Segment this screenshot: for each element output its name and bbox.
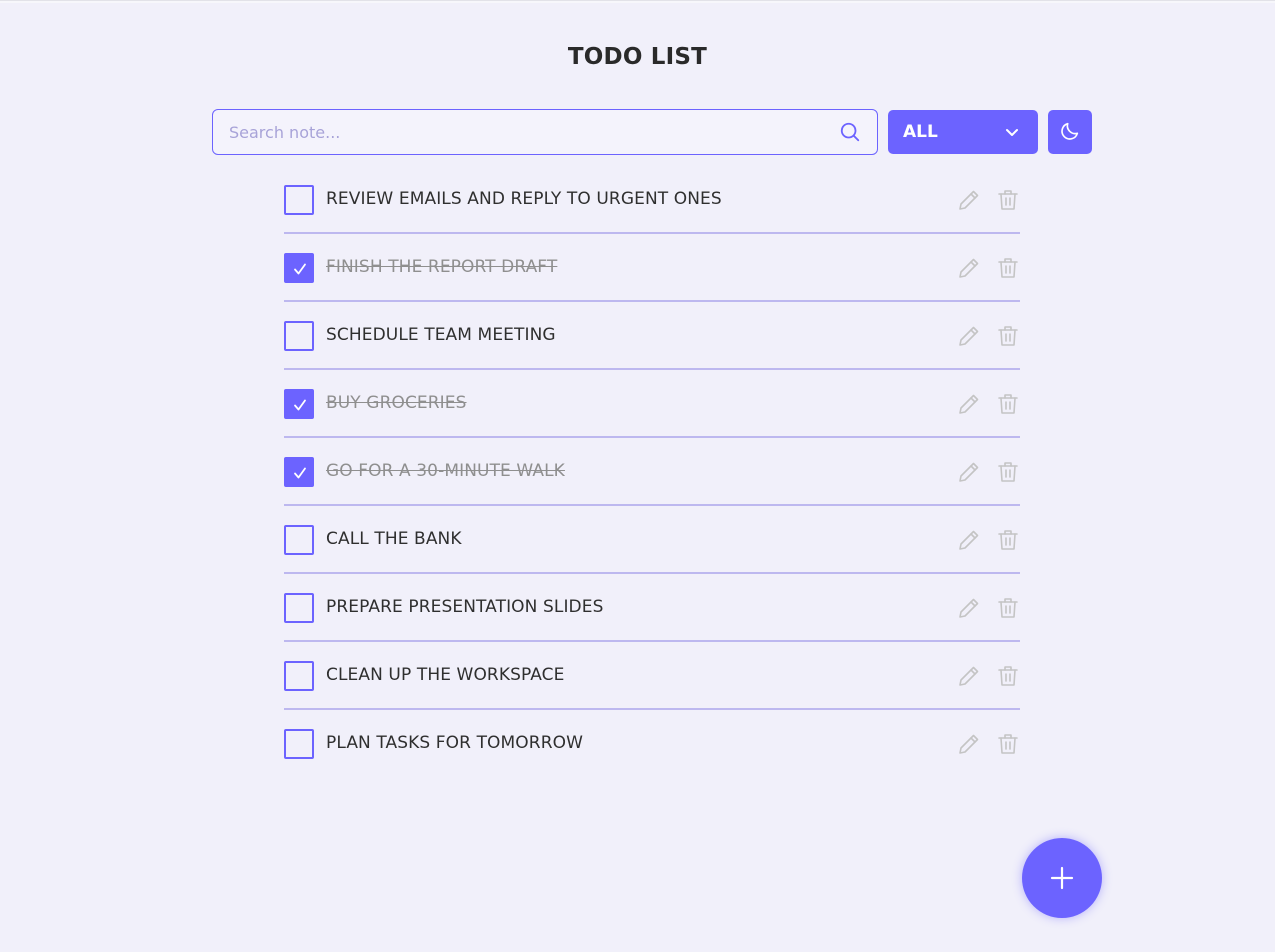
- todo-text: PREPARE PRESENTATION SLIDES: [326, 597, 604, 617]
- pencil-icon[interactable]: [957, 664, 981, 688]
- todo-item: PLAN TASKS FOR TOMORROW: [284, 710, 1020, 778]
- todo-checkbox[interactable]: [284, 729, 314, 759]
- todo-item: FINISH THE REPORT DRAFT: [284, 234, 1020, 302]
- todo-checkbox[interactable]: [284, 593, 314, 623]
- chevron-down-icon: [1004, 124, 1020, 140]
- search-icon[interactable]: [839, 121, 861, 143]
- search-bar: [212, 109, 878, 155]
- pencil-icon[interactable]: [957, 256, 981, 280]
- todo-item: CLEAN UP THE WORKSPACE: [284, 642, 1020, 710]
- top-border: [0, 0, 1275, 3]
- pencil-icon[interactable]: [957, 732, 981, 756]
- todo-text: REVIEW EMAILS AND REPLY TO URGENT ONES: [326, 189, 722, 209]
- trash-icon[interactable]: [996, 460, 1020, 484]
- todo-text: GO FOR A 30-MINUTE WALK: [326, 461, 565, 481]
- trash-icon[interactable]: [996, 392, 1020, 416]
- pencil-icon[interactable]: [957, 528, 981, 552]
- todo-item: PREPARE PRESENTATION SLIDES: [284, 574, 1020, 642]
- todo-text: SCHEDULE TEAM MEETING: [326, 325, 556, 345]
- todo-checkbox[interactable]: [284, 661, 314, 691]
- todo-checkbox[interactable]: [284, 389, 314, 419]
- trash-icon[interactable]: [996, 528, 1020, 552]
- todo-text: PLAN TASKS FOR TOMORROW: [326, 733, 583, 753]
- trash-icon[interactable]: [996, 596, 1020, 620]
- trash-icon[interactable]: [996, 324, 1020, 348]
- theme-toggle-button[interactable]: [1048, 110, 1092, 154]
- pencil-icon[interactable]: [957, 188, 981, 212]
- trash-icon[interactable]: [996, 188, 1020, 212]
- todo-checkbox[interactable]: [284, 457, 314, 487]
- todo-item: GO FOR A 30-MINUTE WALK: [284, 438, 1020, 506]
- todo-checkbox[interactable]: [284, 321, 314, 351]
- todo-list: REVIEW EMAILS AND REPLY TO URGENT ONES FI…: [284, 166, 1020, 778]
- add-note-button[interactable]: [1022, 838, 1102, 918]
- todo-text: CLEAN UP THE WORKSPACE: [326, 665, 565, 685]
- pencil-icon[interactable]: [957, 392, 981, 416]
- pencil-icon[interactable]: [957, 324, 981, 348]
- todo-text: FINISH THE REPORT DRAFT: [326, 257, 558, 277]
- trash-icon[interactable]: [996, 664, 1020, 688]
- todo-checkbox[interactable]: [284, 525, 314, 555]
- todo-item: SCHEDULE TEAM MEETING: [284, 302, 1020, 370]
- check-icon: [293, 465, 307, 479]
- todo-text: CALL THE BANK: [326, 529, 462, 549]
- todo-item: BUY GROCERIES: [284, 370, 1020, 438]
- todo-checkbox[interactable]: [284, 185, 314, 215]
- filter-selected-label: ALL: [903, 122, 938, 142]
- pencil-icon[interactable]: [957, 460, 981, 484]
- todo-checkbox[interactable]: [284, 253, 314, 283]
- trash-icon[interactable]: [996, 732, 1020, 756]
- page-title: TODO LIST: [567, 44, 708, 70]
- todo-text: BUY GROCERIES: [326, 393, 467, 413]
- filter-select[interactable]: ALL: [888, 110, 1038, 154]
- pencil-icon[interactable]: [957, 596, 981, 620]
- todo-item: CALL THE BANK: [284, 506, 1020, 574]
- check-icon: [293, 261, 307, 275]
- trash-icon[interactable]: [996, 256, 1020, 280]
- todo-item: REVIEW EMAILS AND REPLY TO URGENT ONES: [284, 166, 1020, 234]
- search-input[interactable]: [229, 110, 829, 154]
- check-icon: [293, 397, 307, 411]
